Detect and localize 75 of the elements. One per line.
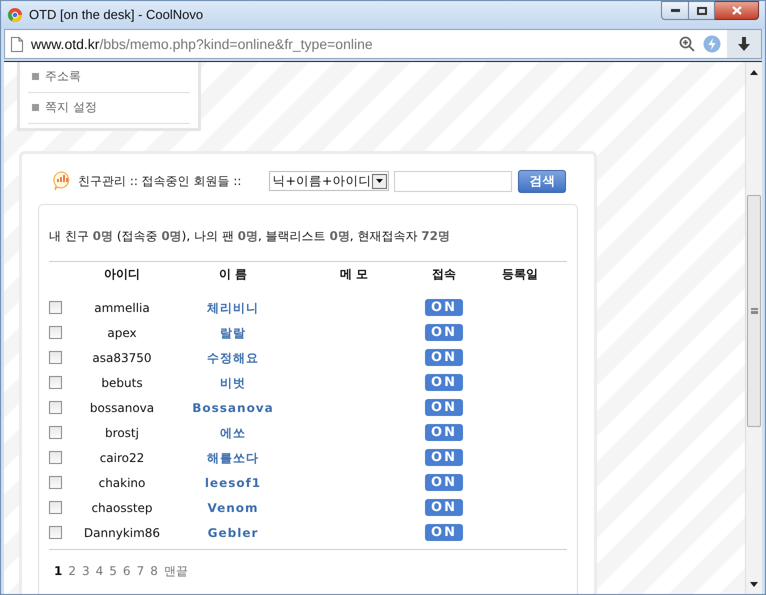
user-name-link[interactable]: 랄랄 xyxy=(220,324,246,342)
user-id: Dannykim86 xyxy=(84,524,160,542)
online-badge: ON xyxy=(425,449,463,466)
row-checkbox[interactable] xyxy=(49,451,62,464)
row-checkbox[interactable] xyxy=(49,401,62,414)
bullet-icon xyxy=(32,72,39,80)
window-title: OTD [on the desk] - CoolNovo xyxy=(29,6,204,24)
user-id: chakino xyxy=(98,474,146,492)
column-header: 등록일 xyxy=(502,266,538,282)
maximize-button[interactable] xyxy=(689,1,715,20)
scroll-thumb[interactable] xyxy=(747,195,761,427)
page-link[interactable]: 4 xyxy=(96,562,104,580)
row-checkbox[interactable] xyxy=(49,476,62,489)
page-link[interactable]: 3 xyxy=(82,562,90,580)
summary-text: 내 친구 0명 (접속중 0명), 나의 팬 0명, 블랙리스트 0명, 현재접속자 72명 xyxy=(49,228,451,245)
scrollbar[interactable] xyxy=(745,62,762,594)
page-link[interactable]: 8 xyxy=(150,562,158,580)
scroll-up-icon[interactable] xyxy=(750,70,758,75)
user-name-link[interactable]: 체리비니 xyxy=(207,298,259,316)
online-badge: ON xyxy=(425,374,463,391)
user-id: brostj xyxy=(105,424,139,442)
column-header: 아이디 xyxy=(104,266,140,282)
online-badge: ON xyxy=(425,524,463,541)
user-name-link[interactable]: 수정해요 xyxy=(207,348,259,366)
online-badge: ON xyxy=(425,474,463,491)
user-id: ammellia xyxy=(94,300,150,316)
online-badge: ON xyxy=(425,324,463,341)
online-badge: ON xyxy=(425,349,463,366)
panel-title: 친구관리 :: 접속중인 회원들 :: xyxy=(78,173,242,190)
sidebar-item[interactable]: 주소록 xyxy=(45,67,81,85)
close-button[interactable] xyxy=(715,1,759,20)
column-header: 메 모 xyxy=(340,266,368,282)
user-name-link[interactable]: Venom xyxy=(207,498,259,516)
page-link[interactable]: 2 xyxy=(68,562,76,580)
sidebar-item[interactable]: 쪽지 설정 xyxy=(45,98,97,116)
last-page-link[interactable]: 맨끝 xyxy=(164,562,188,580)
user-name-link[interactable]: 해를쏘다 xyxy=(207,448,259,466)
search-select[interactable]: 닉+이름+아이디 xyxy=(269,171,390,191)
user-name-link[interactable]: Gebler xyxy=(208,524,258,542)
row-checkbox[interactable] xyxy=(49,501,62,514)
user-id: apex xyxy=(107,324,137,342)
row-checkbox[interactable] xyxy=(49,526,62,539)
row-checkbox[interactable] xyxy=(49,376,62,389)
chat-bubble-icon xyxy=(52,171,72,191)
user-id: bossanova xyxy=(90,400,154,416)
page-link[interactable]: 6 xyxy=(122,562,131,580)
search-field[interactable] xyxy=(394,170,512,192)
user-id: asa83750 xyxy=(92,350,152,366)
row-checkbox[interactable] xyxy=(49,351,62,364)
user-id: bebuts xyxy=(101,374,143,392)
row-checkbox[interactable] xyxy=(49,326,62,339)
user-name-link[interactable]: leesof1 xyxy=(204,474,262,492)
user-id: chaosstep xyxy=(91,500,153,516)
online-badge: ON xyxy=(425,424,463,441)
page-link[interactable]: 1 xyxy=(54,562,62,580)
page-link[interactable]: 5 xyxy=(109,562,117,580)
column-header: 접속 xyxy=(432,266,456,282)
column-header: 이 름 xyxy=(218,266,248,282)
bullet-icon xyxy=(32,104,39,110)
online-badge: ON xyxy=(425,499,463,516)
browser-logo-icon xyxy=(7,7,23,23)
scroll-down-icon[interactable] xyxy=(750,582,758,587)
user-name-link[interactable]: 비벗 xyxy=(220,374,246,392)
search-button[interactable]: 검색 xyxy=(518,170,566,192)
dropdown-arrow-icon xyxy=(376,179,384,183)
page-link[interactable]: 7 xyxy=(136,562,144,580)
row-checkbox[interactable] xyxy=(49,426,62,439)
minimize-button[interactable] xyxy=(661,1,689,20)
user-id: cairo22 xyxy=(100,450,144,466)
user-name-link[interactable]: 에쏘 xyxy=(220,424,246,442)
row-checkbox[interactable] xyxy=(49,301,62,314)
online-badge: ON xyxy=(425,299,463,316)
user-name-link[interactable]: Bossanova xyxy=(192,398,274,416)
online-badge: ON xyxy=(425,399,463,416)
close-icon xyxy=(732,6,742,15)
